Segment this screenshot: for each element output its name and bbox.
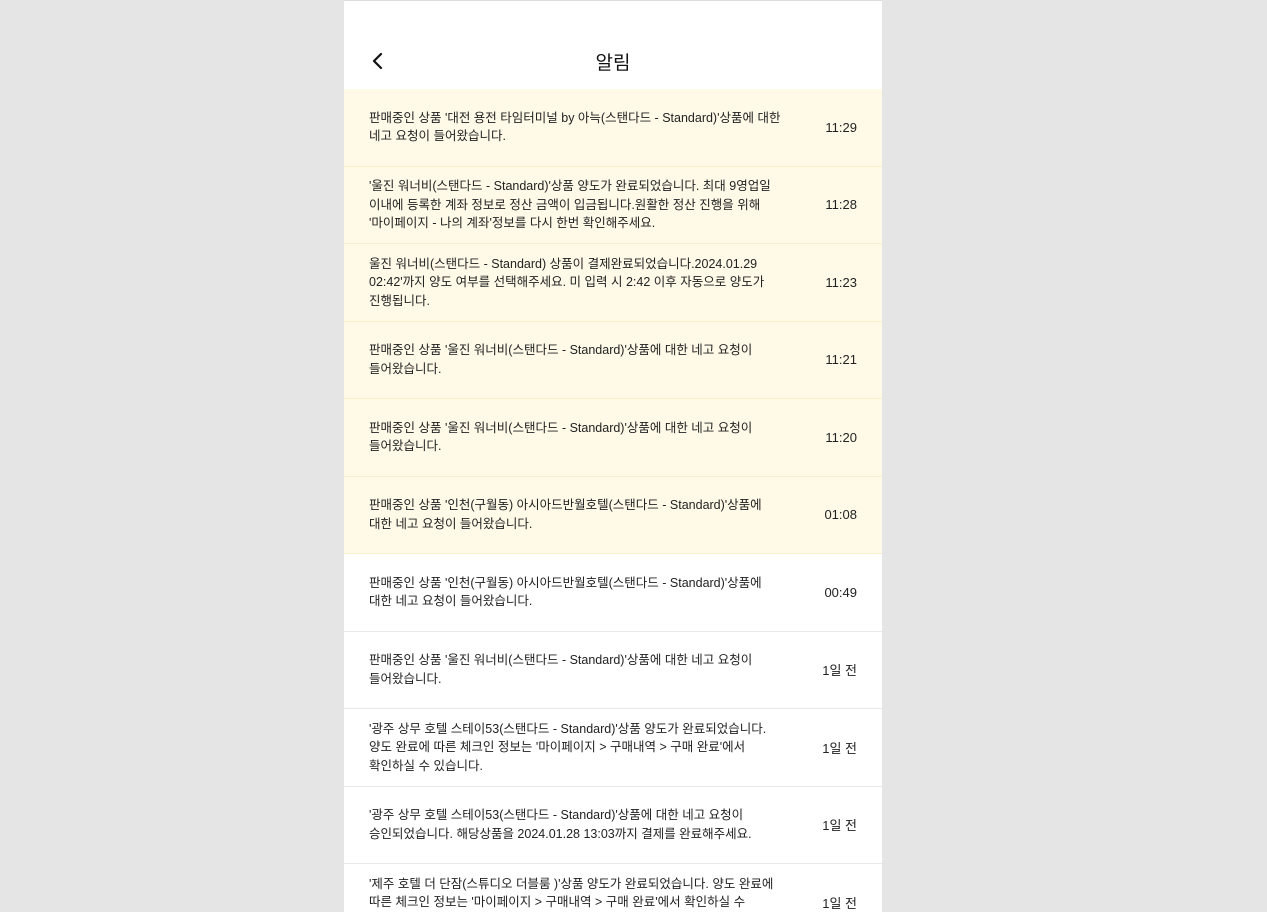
notification-list: 판매중인 상품 '대전 용전 타임터미널 by 아늑(스탠다드 - Standa… <box>344 89 882 912</box>
notification-message: 판매중인 상품 '대전 용전 타임터미널 by 아늑(스탠다드 - Standa… <box>369 110 781 144</box>
notification-time: 01:08 <box>824 507 857 523</box>
notification-item[interactable]: 판매중인 상품 '울진 워너비(스탠다드 - Standard)'상품에 대한 … <box>344 399 882 477</box>
notification-time: 1일 전 <box>822 740 857 756</box>
notification-time: 1일 전 <box>822 818 857 834</box>
notification-item[interactable]: 판매중인 상품 '울진 워너비(스탠다드 - Standard)'상품에 대한 … <box>344 632 882 709</box>
notification-item[interactable]: '제주 호텔 더 단잠(스튜디오 더블룸 )'상품 양도가 완료되었습니다. 양… <box>344 864 882 912</box>
notification-item[interactable]: '울진 워너비(스탠다드 - Standard)'상품 양도가 완료되었습니다.… <box>344 166 882 244</box>
notification-item[interactable]: 판매중인 상품 '대전 용전 타임터미널 by 아늑(스탠다드 - Standa… <box>344 89 882 167</box>
notification-message: 울진 워너비(스탠다드 - Standard) 상품이 결제완료되었습니다.20… <box>369 256 765 308</box>
notification-message: 판매중인 상품 '울진 워너비(스탠다드 - Standard)'상품에 대한 … <box>369 343 753 376</box>
notification-message: '광주 상무 호텔 스테이53(스탠다드 - Standard)'상품 양도가 … <box>369 721 767 773</box>
notification-time: 11:23 <box>825 274 857 290</box>
notification-item[interactable]: 판매중인 상품 '인천(구월동) 아시아드반월호텔(스탠다드 - Standar… <box>344 476 882 554</box>
notification-message: 판매중인 상품 '인천(구월동) 아시아드반월호텔(스탠다드 - Standar… <box>369 498 762 531</box>
notification-time: 11:28 <box>825 197 857 213</box>
notification-item[interactable]: '광주 상무 호텔 스테이53(스탠다드 - Standard)'상품에 대한 … <box>344 787 882 864</box>
notification-time: 00:49 <box>824 584 857 600</box>
notification-message: '광주 상무 호텔 스테이53(스탠다드 - Standard)'상품에 대한 … <box>369 808 752 841</box>
notification-time: 1일 전 <box>822 895 857 911</box>
notification-message: 판매중인 상품 '울진 워너비(스탠다드 - Standard)'상품에 대한 … <box>369 420 753 454</box>
notification-item[interactable]: 판매중인 상품 '울진 워너비(스탠다드 - Standard)'상품에 대한 … <box>344 321 882 399</box>
header: 알림 <box>344 1 882 89</box>
notification-time: 11:21 <box>825 352 857 368</box>
notification-time: 11:20 <box>825 429 857 445</box>
notifications-panel: 알림 판매중인 상품 '대전 용전 타임터미널 by 아늑(스탠다드 - Sta… <box>344 0 882 912</box>
notification-time: 11:29 <box>825 119 857 135</box>
notification-message: 판매중인 상품 '인천(구월동) 아시아드반월호텔(스탠다드 - Standar… <box>369 575 762 609</box>
notification-item[interactable]: '광주 상무 호텔 스테이53(스탠다드 - Standard)'상품 양도가 … <box>344 709 882 787</box>
notification-message: 판매중인 상품 '울진 워너비(스탠다드 - Standard)'상품에 대한 … <box>369 653 753 686</box>
notification-message: '울진 워너비(스탠다드 - Standard)'상품 양도가 완료되었습니다.… <box>369 179 771 230</box>
notification-message: '제주 호텔 더 단잠(스튜디오 더블룸 )'상품 양도가 완료되었습니다. 양… <box>369 876 774 910</box>
notification-item[interactable]: 판매중인 상품 '인천(구월동) 아시아드반월호텔(스탠다드 - Standar… <box>344 554 882 632</box>
page-title: 알림 <box>595 53 631 74</box>
notification-item[interactable]: 울진 워너비(스탠다드 - Standard) 상품이 결제완료되었습니다.20… <box>344 244 882 322</box>
notification-time: 1일 전 <box>822 663 857 679</box>
